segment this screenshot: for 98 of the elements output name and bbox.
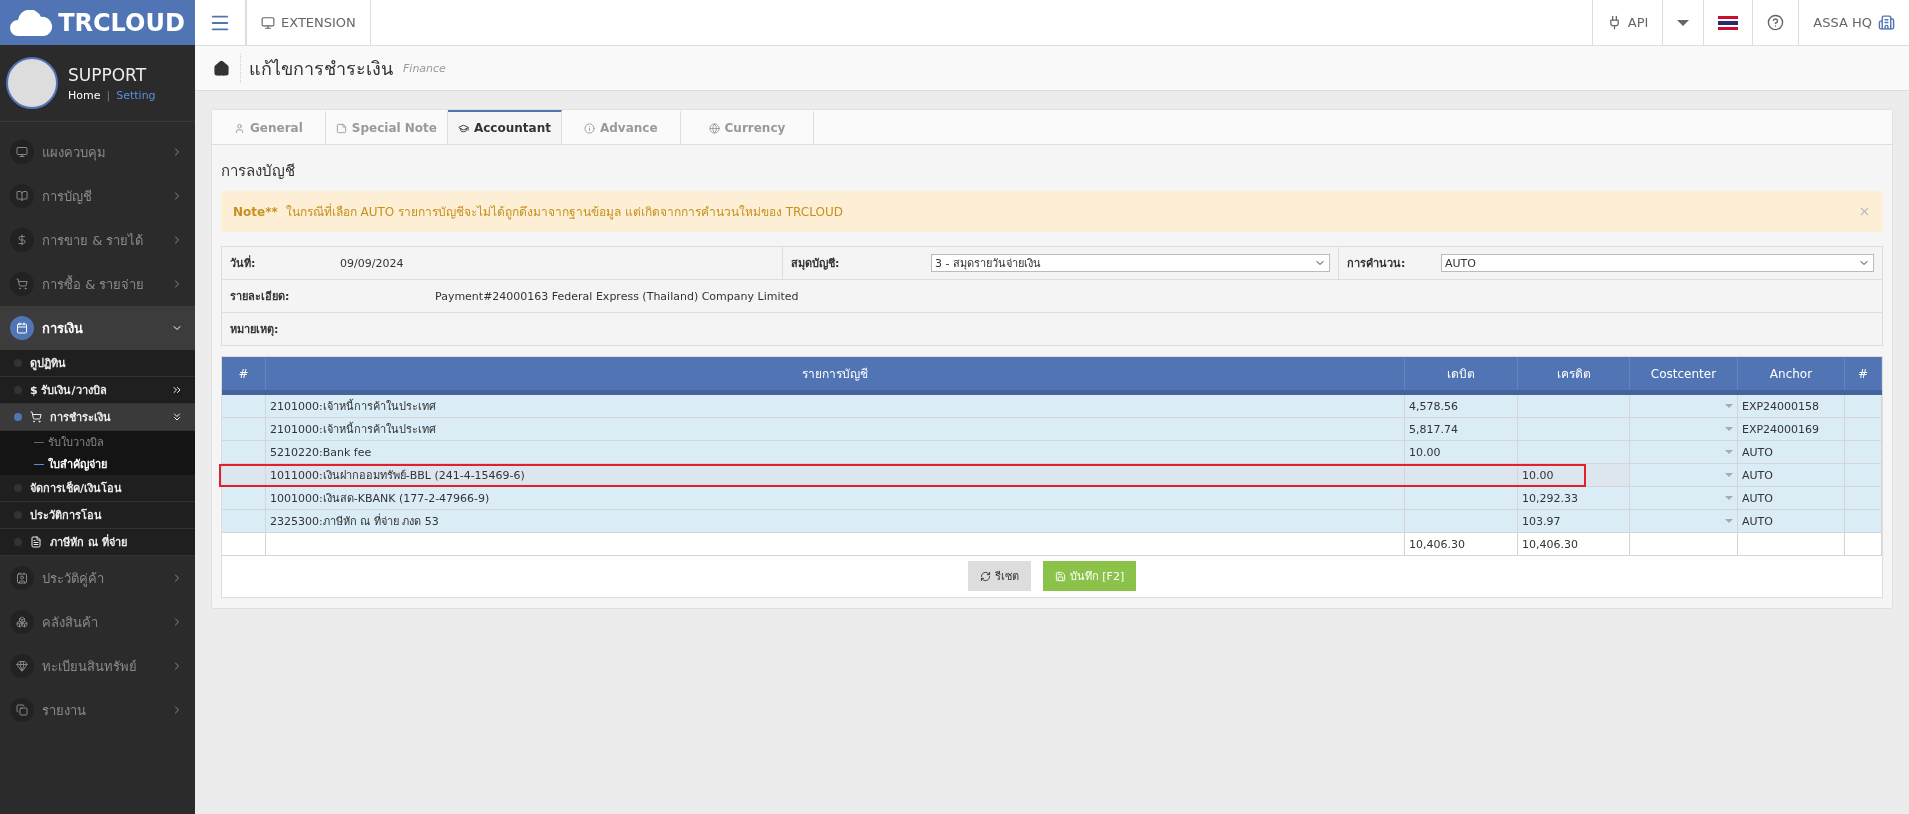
user-icon bbox=[234, 122, 245, 134]
field-label: หมายเหตุ: bbox=[229, 322, 280, 338]
column-header: รายการบัญชี bbox=[266, 357, 1405, 390]
table-cell: 103.97 bbox=[1518, 510, 1630, 533]
cart-icon bbox=[30, 411, 42, 423]
costcenter-select[interactable] bbox=[1630, 464, 1738, 487]
table-cell: 2325300:ภาษีหัก ณ ที่จ่าย ภงด 53 bbox=[266, 510, 1405, 533]
cloud-icon bbox=[10, 9, 53, 36]
tab[interactable]: Accountant bbox=[447, 110, 562, 144]
globe-icon bbox=[708, 122, 720, 134]
home-link[interactable]: Home bbox=[68, 88, 101, 102]
table-cell: EXP24000169 bbox=[1738, 418, 1845, 441]
sidebar-item[interactable]: ทะเบียนสินทรัพย์ bbox=[0, 644, 195, 688]
date-value: 09/09/2024 bbox=[340, 256, 404, 270]
page-title: แก้ไขการชำระเงิน bbox=[240, 53, 393, 83]
total-cell: 10,406.30 bbox=[1518, 533, 1630, 556]
sidebar-subitem[interactable]: $ รับเงิน/วางบิล bbox=[0, 377, 195, 404]
sidebar-item[interactable]: คลังสินค้า bbox=[0, 600, 195, 644]
menu-item-icon bbox=[16, 234, 28, 246]
book-select[interactable]: 3 - สมุดรายวันจ่ายเงิน bbox=[931, 254, 1330, 272]
sidebar-item[interactable]: ประวัติคู่ค้า bbox=[0, 556, 195, 600]
column-header: Anchor bbox=[1738, 357, 1845, 390]
home-icon[interactable] bbox=[213, 59, 230, 77]
menu-item-icon bbox=[16, 190, 28, 202]
document-icon bbox=[30, 536, 42, 548]
sidebar-item[interactable]: การเงิน bbox=[0, 306, 195, 350]
table-cell: 5,817.74 bbox=[1405, 418, 1518, 441]
menu-item-icon bbox=[16, 278, 28, 290]
table-cell: AUTO bbox=[1738, 464, 1845, 487]
menu-item-icon bbox=[16, 660, 28, 672]
table-cell: EXP24000158 bbox=[1738, 395, 1845, 418]
sidebar-item[interactable]: การซื้อ & รายจ่าย bbox=[0, 262, 195, 306]
reset-button[interactable]: รีเซต bbox=[967, 561, 1031, 591]
link-separator: | bbox=[106, 88, 111, 102]
sidebar-item[interactable]: การขาย & รายได้ bbox=[0, 218, 195, 262]
graduation-cap-icon bbox=[457, 122, 469, 134]
table-cell: AUTO bbox=[1738, 510, 1845, 533]
monitor-icon bbox=[261, 15, 275, 30]
note-icon bbox=[335, 122, 347, 134]
sidebar-subitem[interactable]: ดูปฏิทิน bbox=[0, 350, 195, 377]
menu-item-icon bbox=[16, 704, 28, 716]
info-icon bbox=[583, 122, 595, 134]
menu-item-icon bbox=[16, 322, 28, 334]
note-text: ในกรณีที่เลือก AUTO รายการบัญชีจะไม่ได้ถูกดึงมาจากฐานข้อมูล แต่เกิดจากการคำนวนใหม่ของ TRCLOUD bbox=[285, 202, 844, 221]
table-cell: AUTO bbox=[1738, 441, 1845, 464]
bullet-dash bbox=[34, 463, 44, 465]
sidebar-item[interactable]: การบัญชี bbox=[0, 174, 195, 218]
field-label: สมุดบัญชี: bbox=[790, 256, 841, 272]
column-header: # bbox=[1845, 357, 1882, 390]
table-cell: 10.00 bbox=[1405, 441, 1518, 464]
sidebar-subitem[interactable]: รับใบวางบิล bbox=[0, 431, 195, 453]
table-cell: 1001000:เงินสด-KBANK (177-2-47966-9) bbox=[266, 487, 1405, 510]
sidebar-subitem[interactable]: จัดการเช็ค/เงินโอน bbox=[0, 475, 195, 502]
sidebar-subitem[interactable]: การชำระเงิน bbox=[0, 404, 195, 431]
sidebar-subitem[interactable]: ภาษีหัก ณ ที่จ่าย bbox=[0, 529, 195, 556]
sidebar-item[interactable]: แผงควบคุม bbox=[0, 130, 195, 174]
sidebar-subitem[interactable]: ใบสำคัญจ่าย bbox=[0, 453, 195, 475]
costcenter-select[interactable] bbox=[1630, 487, 1738, 510]
trcloud-logo[interactable]: TRCLOUD bbox=[0, 0, 195, 45]
field-label: รายละเอียด: bbox=[229, 289, 291, 305]
sidebar-subitem[interactable]: ประวัติการโอน bbox=[0, 502, 195, 529]
refresh-icon bbox=[979, 570, 991, 582]
section-title: การลงบัญชี bbox=[221, 161, 296, 182]
costcenter-select[interactable] bbox=[1630, 418, 1738, 441]
user-name: SUPPORT bbox=[68, 64, 148, 85]
costcenter-select[interactable] bbox=[1630, 441, 1738, 464]
note-label: Note** bbox=[233, 204, 278, 219]
setting-link[interactable]: Setting bbox=[116, 88, 156, 102]
column-header: Costcenter bbox=[1630, 357, 1738, 390]
column-header: # bbox=[222, 357, 266, 390]
table-cell: AUTO bbox=[1738, 487, 1845, 510]
table-cell: 5210220:Bank fee bbox=[266, 441, 1405, 464]
table-cell: 2101000:เจ้าหนี้การค้าในประเทศ bbox=[266, 395, 1405, 418]
table-cell: 2101000:เจ้าหนี้การค้าในประเทศ bbox=[266, 418, 1405, 441]
table-cell: 4,578.56 bbox=[1405, 395, 1518, 418]
sidebar-item[interactable]: รายงาน bbox=[0, 688, 195, 732]
column-header: เครดิต bbox=[1518, 357, 1630, 390]
field-label: การคำนวน: bbox=[1346, 256, 1407, 272]
field-label: วันที่: bbox=[229, 254, 257, 272]
help-icon bbox=[1767, 14, 1785, 31]
costcenter-select[interactable] bbox=[1630, 395, 1738, 418]
building-icon bbox=[1878, 14, 1895, 31]
extension-button[interactable]: EXTENSION bbox=[246, 0, 371, 45]
costcenter-select[interactable] bbox=[1630, 510, 1738, 533]
page-subtitle: Finance bbox=[403, 61, 446, 75]
save-icon bbox=[1054, 570, 1066, 582]
avatar bbox=[6, 57, 58, 109]
bullet-dot bbox=[14, 413, 22, 421]
bullet-dash bbox=[34, 441, 44, 443]
close-button[interactable] bbox=[1858, 205, 1871, 218]
calc-select[interactable]: AUTO bbox=[1441, 254, 1874, 272]
column-header: เดบิต bbox=[1405, 357, 1518, 390]
menu-item-icon bbox=[16, 616, 28, 628]
menu-item-icon bbox=[16, 572, 28, 584]
detail-value: Payment#24000163 Federal Express (Thailand) Company Limited bbox=[435, 289, 799, 303]
menu-item-icon bbox=[16, 146, 28, 158]
total-cell: 10,406.30 bbox=[1405, 533, 1518, 556]
table-cell: 10,292.33 bbox=[1518, 487, 1630, 510]
